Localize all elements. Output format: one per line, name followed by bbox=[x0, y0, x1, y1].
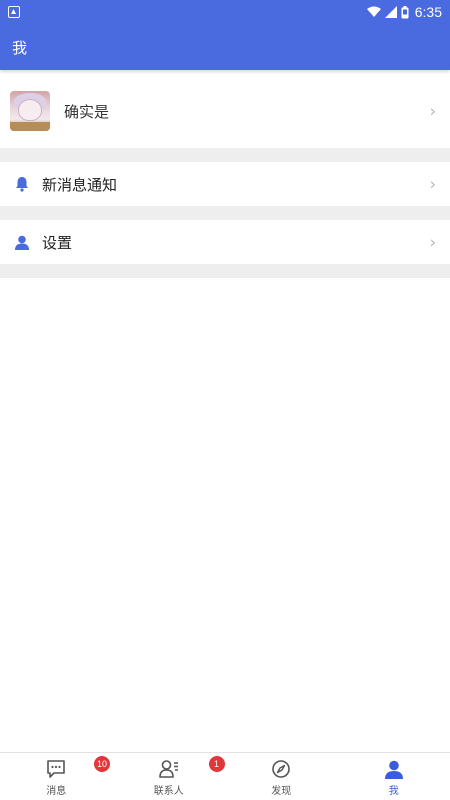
signal-icon bbox=[384, 6, 397, 18]
page-title: 我 bbox=[12, 38, 28, 57]
tab-label: 联系人 bbox=[153, 786, 184, 797]
wifi-icon bbox=[366, 6, 381, 18]
tab-label: 消息 bbox=[46, 786, 67, 797]
menu-item-settings[interactable]: 设置 › bbox=[0, 220, 450, 264]
chat-icon bbox=[46, 758, 66, 780]
person-icon bbox=[384, 758, 403, 780]
menu-item-notifications[interactable]: 新消息通知 › bbox=[0, 162, 450, 206]
status-bar: 6:35 bbox=[0, 0, 450, 24]
tab-label: 我 bbox=[388, 786, 399, 797]
compass-icon bbox=[271, 758, 291, 780]
content: 确实是 › 新消息通知 › 设置 › bbox=[0, 74, 450, 278]
profile-row[interactable]: 确实是 › bbox=[0, 74, 450, 148]
chevron-right-icon: › bbox=[429, 174, 436, 194]
unread-badge: 1 bbox=[208, 756, 225, 772]
app-bar: 我 bbox=[0, 24, 450, 70]
tab-label: 发现 bbox=[271, 786, 292, 797]
screen: 6:35 我 确实是 › 新消息通知 › 设置 › 消息 10 联系人 1 发现… bbox=[0, 0, 450, 800]
battery-icon bbox=[401, 5, 409, 19]
tab-me[interactable]: 我 bbox=[338, 753, 450, 800]
avatar-desk bbox=[10, 122, 50, 131]
notification-icon bbox=[8, 6, 20, 18]
chevron-right-icon: › bbox=[429, 101, 436, 121]
status-right: 6:35 bbox=[366, 4, 442, 20]
status-left bbox=[8, 6, 20, 18]
tab-messages[interactable]: 消息 10 bbox=[0, 753, 113, 800]
menu-item-label: 新消息通知 bbox=[42, 175, 118, 194]
avatar-face bbox=[18, 99, 42, 121]
tab-contacts[interactable]: 联系人 1 bbox=[113, 753, 226, 800]
menu-item-label: 设置 bbox=[42, 233, 73, 252]
unread-badge: 10 bbox=[94, 756, 111, 772]
section-divider bbox=[0, 264, 450, 278]
bell-icon bbox=[14, 176, 30, 192]
bottom-nav: 消息 10 联系人 1 发现 我 bbox=[0, 752, 450, 800]
profile-name: 确实是 bbox=[64, 102, 110, 121]
chevron-right-icon: › bbox=[429, 232, 436, 252]
status-time: 6:35 bbox=[414, 4, 442, 20]
avatar bbox=[10, 91, 50, 131]
section-divider bbox=[0, 206, 450, 220]
tab-discover[interactable]: 发现 bbox=[225, 753, 338, 800]
section-divider bbox=[0, 148, 450, 162]
person-icon bbox=[14, 234, 30, 250]
contacts-icon bbox=[158, 758, 179, 780]
